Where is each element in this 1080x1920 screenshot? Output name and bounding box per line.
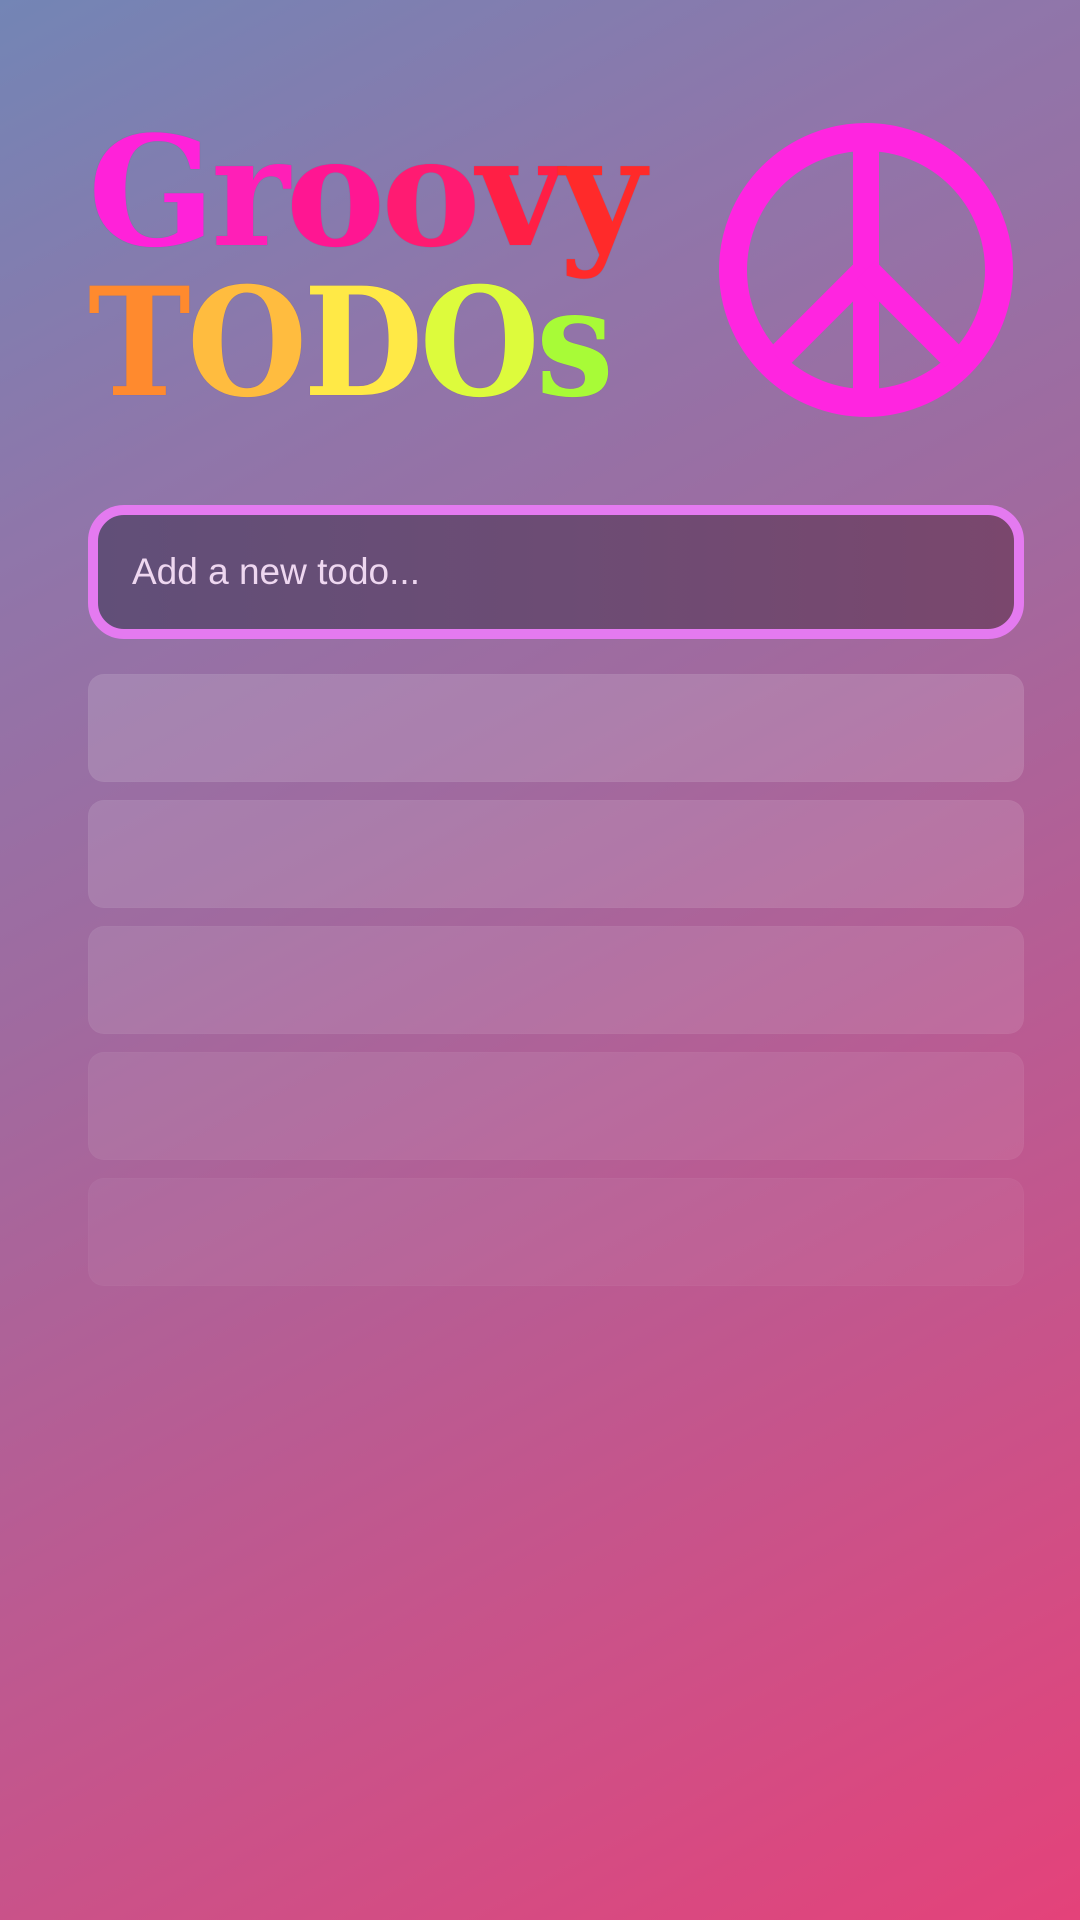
title-line-groovy: G r o o v y (88, 102, 646, 281)
title-letter: D (303, 255, 424, 431)
title-letter: O (419, 255, 540, 431)
todo-list-item (88, 1052, 1024, 1160)
todo-list-item (88, 674, 1024, 782)
peace-sign-right-stroke (856, 260, 964, 368)
title-line-todos: T O D O s (88, 255, 614, 431)
title-letter: G (88, 102, 215, 281)
new-todo-input[interactable] (98, 515, 1014, 629)
todo-list-item (88, 800, 1024, 908)
title-letter: O (187, 255, 307, 431)
title-letter: s (536, 255, 614, 431)
app-title: G r o o v y T O D O s (88, 102, 646, 431)
title-letter: o (381, 102, 480, 281)
todo-list-item (88, 1178, 1024, 1286)
title-letter: y (559, 102, 646, 281)
new-todo-input-wrapper (88, 505, 1024, 639)
peace-sign-left-stroke (768, 260, 876, 368)
title-letter: T (88, 255, 191, 431)
todo-list (88, 674, 1024, 1304)
peace-sign-icon (719, 123, 1013, 417)
title-letter: r (211, 102, 289, 281)
todo-list-item (88, 926, 1024, 1034)
title-letter: o (285, 102, 385, 281)
title-letter: v (476, 102, 564, 281)
